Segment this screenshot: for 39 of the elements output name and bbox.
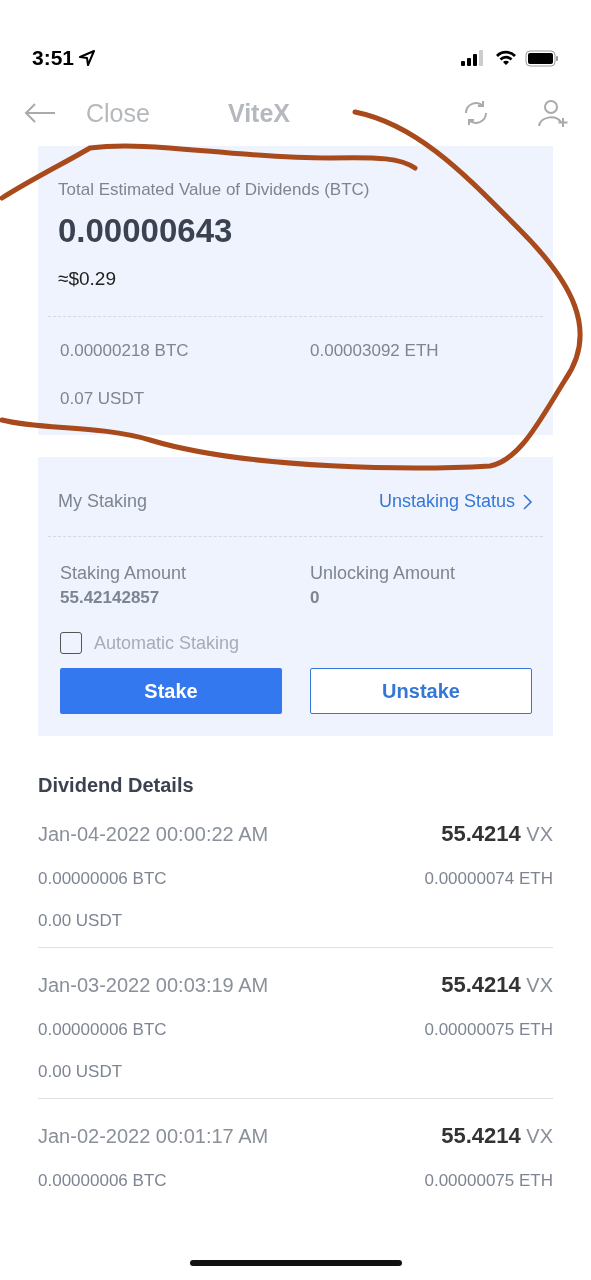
- usdt-amount: 0.00 USDT: [38, 1062, 123, 1082]
- battery-icon: [525, 49, 559, 67]
- add-user-icon[interactable]: [537, 98, 569, 128]
- unstake-button[interactable]: Unstake: [310, 668, 532, 714]
- btc-amount: 0.00000006 BTC: [38, 1020, 167, 1040]
- eth-amount: 0.00000075 ETH: [424, 1171, 553, 1191]
- eth-amount: 0.00000075 ETH: [424, 1020, 553, 1040]
- dividend-date: Jan-04-2022 00:00:22 AM: [38, 823, 269, 846]
- stake-button[interactable]: Stake: [60, 668, 282, 714]
- fiat-value: ≈$0.29: [58, 268, 117, 290]
- checkbox-label: Automatic Staking: [94, 632, 240, 654]
- breakdown-value: 0.07 USDT: [60, 389, 146, 409]
- dividend-date: Jan-03-2022 00:03:19 AM: [38, 974, 269, 997]
- page-title: ViteX: [227, 98, 291, 128]
- status-time: 3:51: [32, 46, 75, 70]
- btc-amount: 0.00000006 BTC: [38, 869, 167, 889]
- section-title: Dividend Details: [38, 774, 195, 797]
- summary-label: Total Estimated Value of Dividends (BTC): [58, 180, 371, 200]
- dividend-amount: 55.4214 VX: [441, 972, 553, 998]
- dividend-amount: 55.4214 VX: [441, 1123, 553, 1149]
- breakdown-value: 0.00000218 BTC: [60, 341, 190, 361]
- location-icon: [78, 49, 97, 67]
- dividend-total: 0.00000643: [58, 212, 234, 250]
- amount-label: Staking Amount: [60, 563, 188, 584]
- unstaking-status-link[interactable]: Unstaking Status: [378, 491, 533, 512]
- usdt-amount: 0.00 USDT: [38, 911, 123, 931]
- section-title: My Staking: [58, 491, 148, 512]
- dividend-date: Jan-02-2022 00:01:17 AM: [38, 1125, 269, 1148]
- amount-value: 0: [310, 588, 321, 608]
- amount-label: Unlocking Amount: [310, 563, 457, 584]
- wifi-icon: [495, 50, 517, 66]
- dividend-amount: 55.4214 VX: [441, 821, 553, 847]
- back-arrow-icon[interactable]: [24, 103, 56, 123]
- eth-amount: 0.00000074 ETH: [424, 869, 553, 889]
- breakdown-value: 0.00003092 ETH: [310, 341, 440, 361]
- btc-amount: 0.00000006 BTC: [38, 1171, 167, 1191]
- amount-value: 55.42142857: [60, 588, 161, 608]
- chevron-right-icon: [523, 493, 533, 510]
- checkbox[interactable]: [60, 632, 82, 654]
